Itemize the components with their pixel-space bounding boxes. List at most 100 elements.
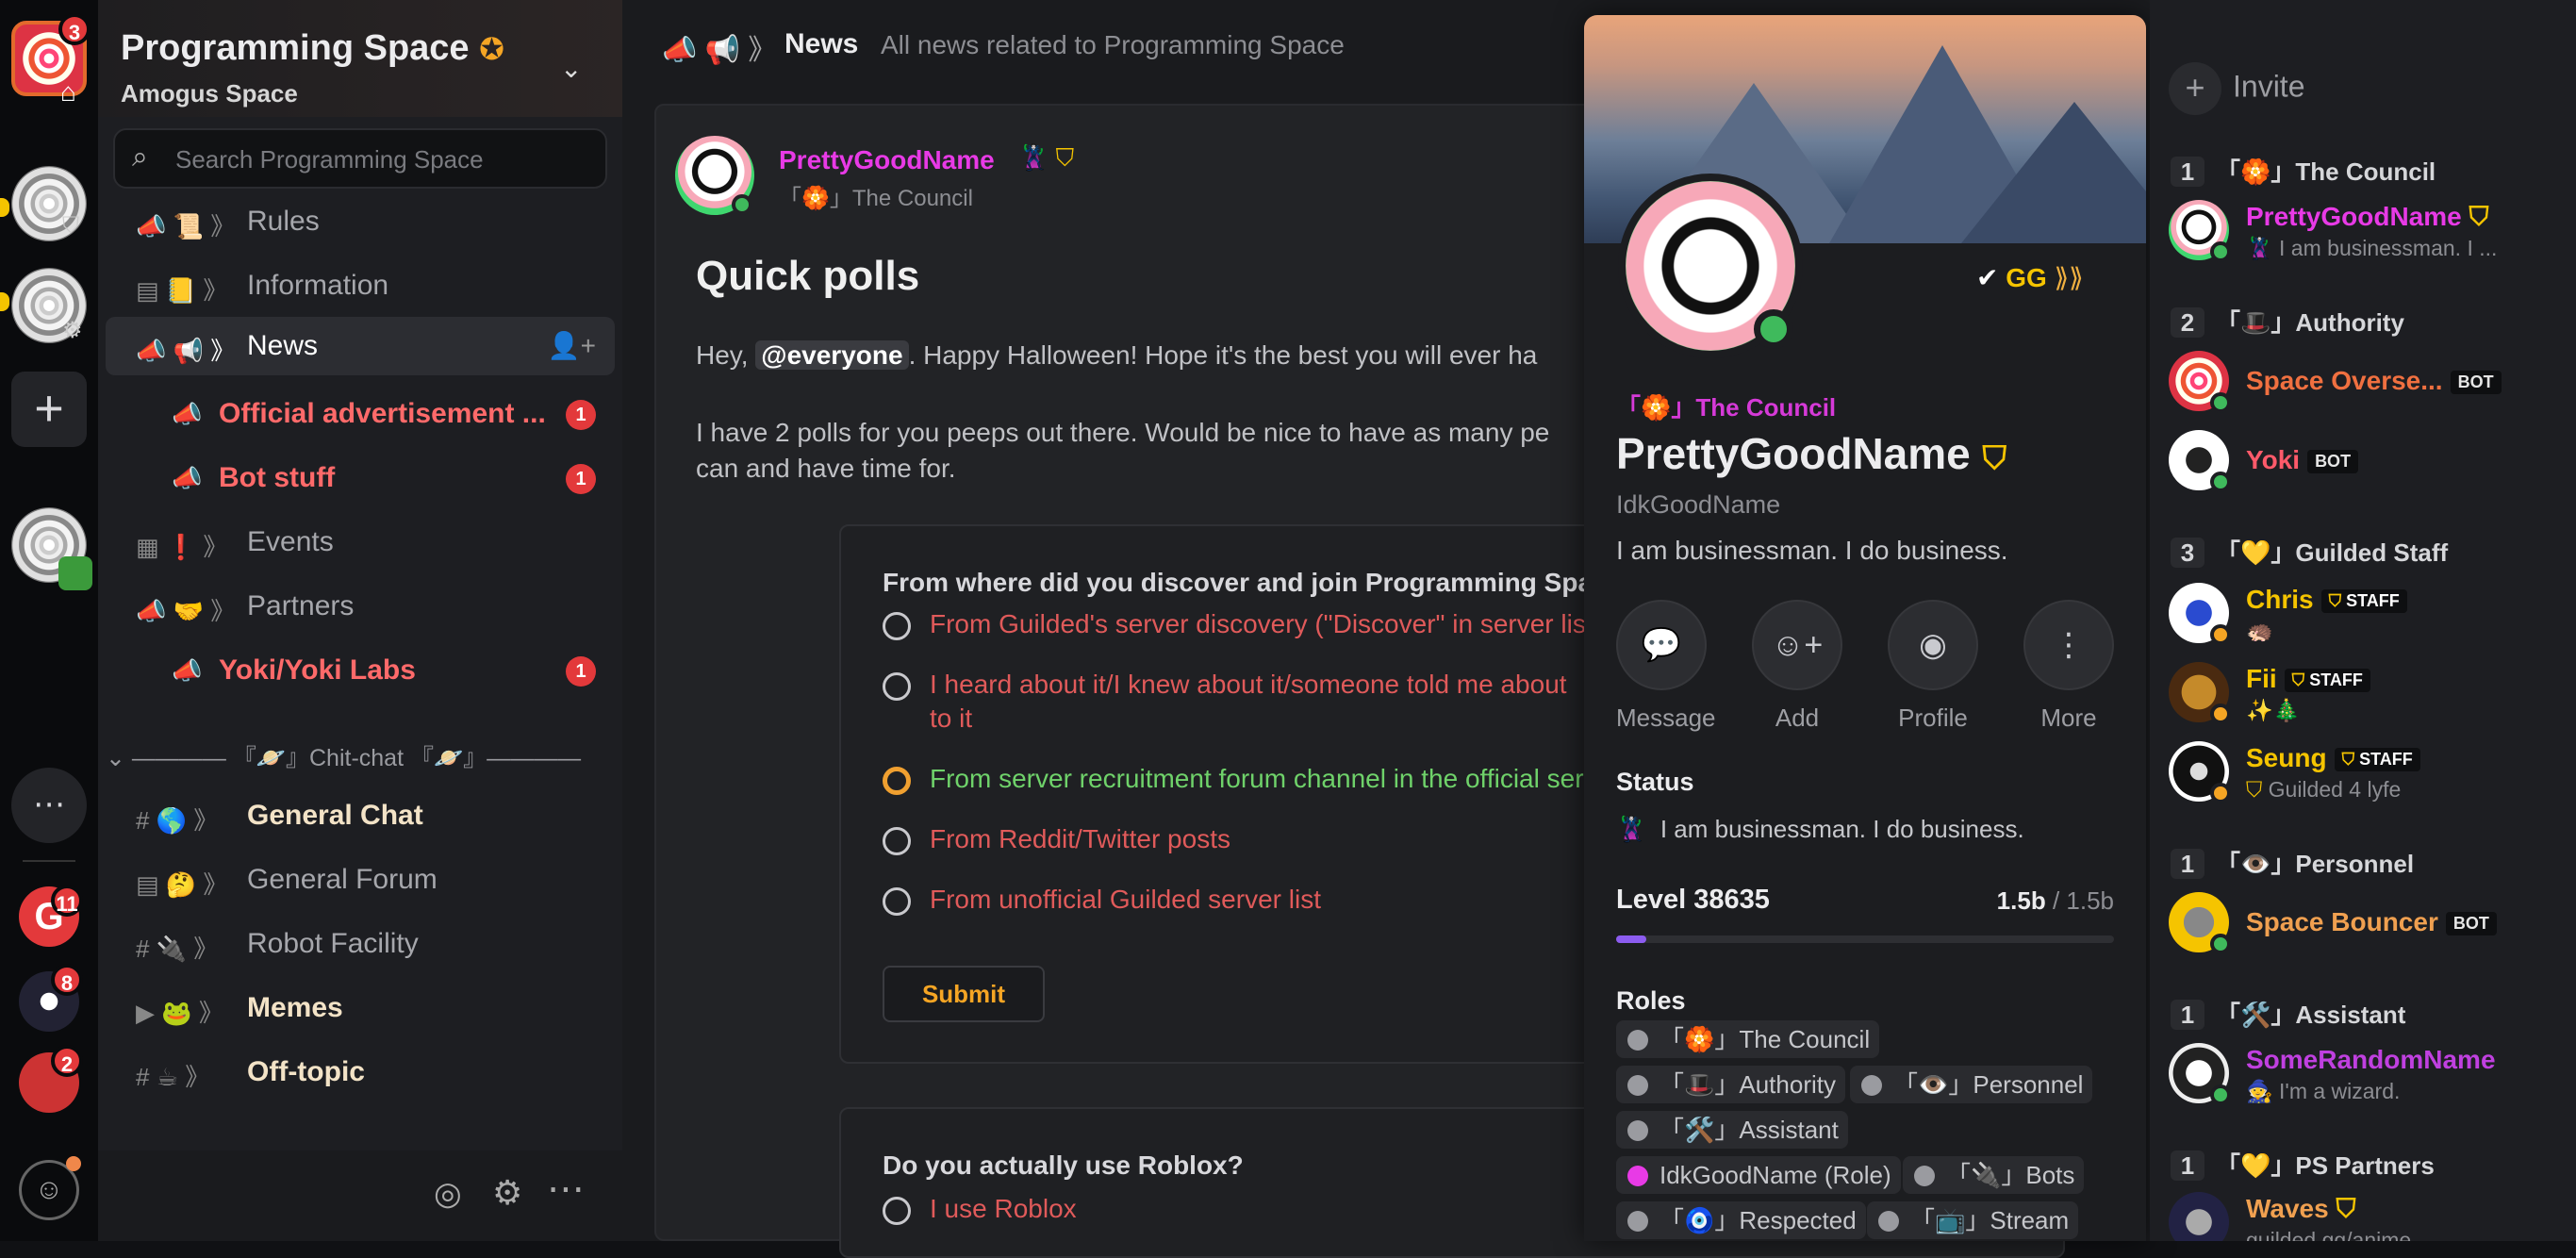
- profile-button[interactable]: ◉ Profile: [1888, 600, 1978, 733]
- gold-shield-icon: ⛉: [2469, 202, 2489, 231]
- member-row[interactable]: Space Overse... BOT: [2169, 351, 2565, 419]
- role-chip: 「🏵️」The Council: [1616, 1020, 1880, 1058]
- gold-shield-icon: ⛉: [2336, 1194, 2356, 1223]
- add-friend-button[interactable]: ☺+ Add: [1752, 600, 1842, 733]
- radio-button[interactable]: [883, 766, 911, 795]
- submit-button[interactable]: Submit: [883, 966, 1045, 1022]
- villain-emoji: 🦹: [1616, 815, 1647, 843]
- radio-button[interactable]: [883, 886, 911, 916]
- member-name: SomeRandomName: [2246, 1045, 2496, 1074]
- radio-button[interactable]: [883, 671, 911, 701]
- channel-general-forum[interactable]: ▤ 🤔 》 General Forum: [106, 851, 615, 909]
- poll-option[interactable]: I heard about it/I knew about it/someone…: [883, 668, 1567, 702]
- gear-icon[interactable]: ⚙: [492, 1173, 522, 1213]
- message-icon: 💬: [1616, 600, 1707, 690]
- announcement-icon: 📣 📢 》: [662, 35, 777, 66]
- announcement-icon: 📣 📜 》: [136, 212, 236, 240]
- online-status: [2210, 1084, 2231, 1105]
- radio-button[interactable]: [883, 611, 911, 640]
- category-chit-chat[interactable]: ⌄ ———— 『🪐』Chit-chat 『🪐』————: [106, 739, 581, 773]
- channel-title: News: [784, 28, 859, 59]
- hash-icon: # ☕ 》: [136, 1063, 210, 1091]
- member-row[interactable]: Fii ⛉ STAFF ✨🎄: [2169, 662, 2565, 730]
- channel-label: Memes: [247, 992, 343, 1023]
- idle-status: [2210, 703, 2231, 724]
- member-row[interactable]: Waves ⛉ guilded.gg/anime: [2169, 1192, 2565, 1241]
- server-header[interactable]: Programming Space ✪ Amogus Space ⌄: [98, 0, 622, 117]
- member-status: guilded.gg/anime: [2246, 1228, 2412, 1241]
- radio-button[interactable]: [883, 826, 911, 855]
- poll-option[interactable]: From Guilded's server discovery ("Discov…: [883, 607, 1586, 641]
- online-status: [2210, 392, 2231, 413]
- poll-option-selected[interactable]: From server recruitment forum channel in…: [883, 762, 1584, 796]
- chat-bubble-icon[interactable]: ⋯: [11, 768, 87, 843]
- action-label: Message: [1616, 703, 1716, 732]
- member-name: Fii ⛉ STAFF: [2246, 664, 2370, 694]
- member-row[interactable]: Space Bouncer BOT: [2169, 892, 2565, 960]
- member-row[interactable]: Chris ⛉ STAFF 🦔: [2169, 583, 2565, 651]
- add-member-icon[interactable]: 👤+: [548, 330, 596, 361]
- member-row[interactable]: SomeRandomName 🧙 I'm a wizard.: [2169, 1043, 2565, 1111]
- channel-official-advertisement[interactable]: 📣 Official advertisement ... 1: [106, 385, 615, 443]
- channel-information[interactable]: ▤ 📒 》 Information: [106, 257, 615, 315]
- search-input[interactable]: ⌕ Search Programming Space: [113, 128, 607, 189]
- member-row[interactable]: PrettyGoodName ⛉ 🦹 I am businessman. I .…: [2169, 200, 2565, 268]
- profile-role: 「🏵️」The Council: [1616, 393, 1837, 422]
- poll-question: From where did you discover and join Pro…: [883, 568, 1608, 597]
- role-chip: 「🎩」Authority: [1616, 1066, 1845, 1103]
- more-icon[interactable]: ⋯: [547, 1167, 585, 1211]
- member-status: ✨🎄: [2246, 698, 2301, 722]
- channel-partners[interactable]: 📣 🤝 》 Partners: [106, 577, 615, 636]
- channel-bot-stuff[interactable]: 📣 Bot stuff 1: [106, 449, 615, 507]
- channel-robot-facility[interactable]: # 🔌 》 Robot Facility: [106, 915, 615, 973]
- post-line-2: I have 2 polls for you peeps out there. …: [696, 418, 1550, 447]
- chevron-down-icon: ⌄: [106, 745, 132, 771]
- channel-general-chat[interactable]: # 🌎 》 General Chat: [106, 786, 615, 845]
- status-text: 🦹 I am businessman. I do business.: [1616, 815, 2024, 843]
- post-line-1: Hey, @everyone. Happy Halloween! Hope it…: [696, 340, 1538, 370]
- poll-option[interactable]: I use Roblox: [883, 1192, 1077, 1226]
- announcement-icon: 📣: [172, 400, 203, 428]
- profile-bio: I am businessman. I do business.: [1616, 536, 2008, 565]
- everyone-mention[interactable]: @everyone: [755, 340, 909, 370]
- radio-button[interactable]: [883, 1196, 911, 1225]
- invite-button[interactable]: + Invite: [2169, 62, 2304, 115]
- bot-tag: BOT: [2450, 371, 2502, 395]
- add-friend-icon: ☺+: [1752, 600, 1842, 690]
- flame-badge-icon: ⟫⟫: [2054, 263, 2084, 292]
- channel-label: Rules: [247, 206, 320, 237]
- voice-icon[interactable]: ◎: [434, 1175, 462, 1213]
- server-rail: 3 ⌂ ⛉ ⚙ + ⋯ G 11 8 2 ☺: [0, 0, 98, 1241]
- unread-badge: 11: [51, 885, 83, 917]
- poll-option[interactable]: From unofficial Guilded server list: [883, 883, 1321, 917]
- add-server-button[interactable]: +: [11, 372, 87, 447]
- channel-yoki-labs[interactable]: 📣 Yoki/Yoki Labs 1: [106, 641, 615, 700]
- member-name: PrettyGoodName ⛉: [2246, 202, 2489, 231]
- chevron-down-icon[interactable]: ⌄: [560, 53, 582, 84]
- unread-count: 1: [566, 656, 596, 687]
- checkmark-badge-icon: ✔: [1976, 263, 1999, 292]
- channel-off-topic[interactable]: # ☕ 》 Off-topic: [106, 1043, 615, 1101]
- channel-rules[interactable]: 📣 📜 》 Rules: [106, 192, 615, 251]
- channel-label: Robot Facility: [247, 928, 419, 959]
- category-label: ———— 『🪐』Chit-chat 『🪐』————: [131, 745, 582, 771]
- more-button[interactable]: ⋮ More: [2023, 600, 2114, 733]
- channel-memes[interactable]: ▶ 🐸 》 Memes: [106, 979, 615, 1037]
- member-status: ⛉ Guilded 4 lyfe: [2246, 777, 2402, 802]
- member-row[interactable]: Seung ⛉ STAFF ⛉ Guilded 4 lyfe: [2169, 741, 2565, 809]
- home-icon: ⌂: [60, 77, 76, 107]
- mention-badge: 3: [58, 13, 91, 45]
- message-button[interactable]: 💬 Message: [1616, 600, 1716, 733]
- channel-news[interactable]: 📣 📢 》 News 👤+: [106, 317, 615, 375]
- channel-events[interactable]: ▦ ❗ 》 Events: [106, 513, 615, 571]
- author-name[interactable]: PrettyGoodName: [779, 145, 995, 175]
- staff-tag: ⛉ STAFF: [2284, 669, 2370, 693]
- member-name: Seung ⛉ STAFF: [2246, 743, 2420, 773]
- member-row[interactable]: Yoki BOT: [2169, 430, 2565, 498]
- channel-description: All news related to Programming Space: [881, 30, 1345, 59]
- announcement-icon: 📣 🤝 》: [136, 597, 236, 625]
- member-group: 1 「👁️」Personnel: [2171, 845, 2414, 880]
- bot-tag: BOT: [2307, 450, 2359, 474]
- shield-icon: ⛉: [2246, 777, 2263, 802]
- poll-option[interactable]: From Reddit/Twitter posts: [883, 822, 1230, 856]
